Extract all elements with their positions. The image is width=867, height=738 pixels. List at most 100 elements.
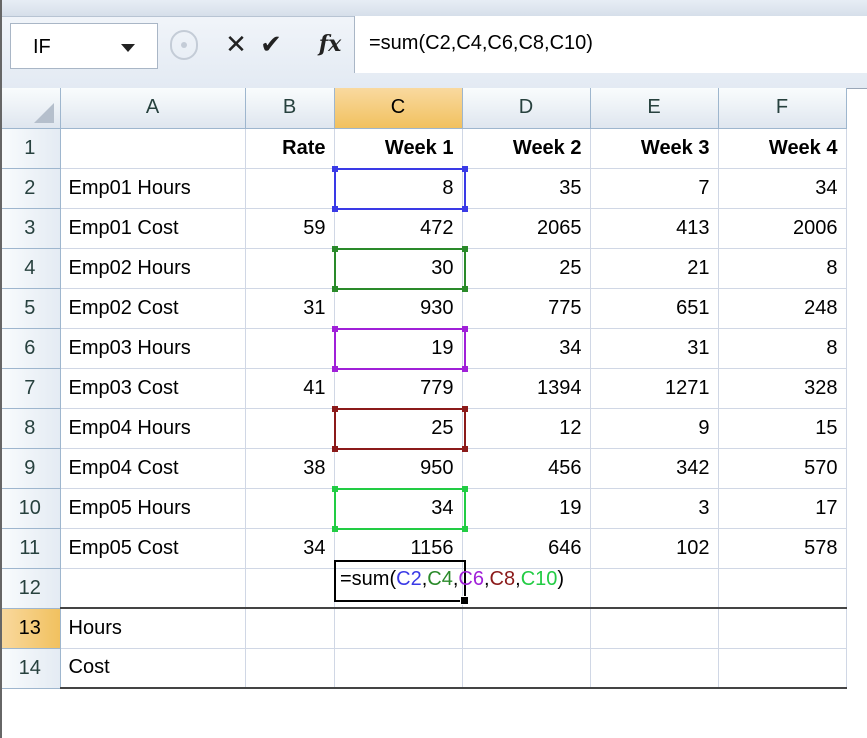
cell-a14[interactable]: Cost bbox=[60, 648, 246, 689]
cell-f14[interactable] bbox=[718, 648, 847, 689]
cell-c6[interactable]: 19 bbox=[334, 328, 463, 369]
cell-f10[interactable]: 17 bbox=[718, 488, 847, 529]
cell-a2[interactable]: Emp01 Hours bbox=[60, 168, 246, 209]
row-header-5[interactable]: 5 bbox=[0, 288, 61, 329]
cell-e2[interactable]: 7 bbox=[590, 168, 719, 209]
cell-a7[interactable]: Emp03 Cost bbox=[60, 368, 246, 409]
cell-c10[interactable]: 34 bbox=[334, 488, 463, 529]
chevron-down-icon[interactable] bbox=[121, 44, 135, 52]
cell-b4[interactable] bbox=[245, 248, 335, 289]
cell-d8[interactable]: 12 bbox=[462, 408, 591, 449]
cell-b11[interactable]: 34 bbox=[245, 528, 335, 569]
cell-d13[interactable] bbox=[462, 607, 591, 649]
cell-f3[interactable]: 2006 bbox=[718, 208, 847, 249]
cell-b14[interactable] bbox=[245, 648, 335, 689]
cell-a11[interactable]: Emp05 Cost bbox=[60, 528, 246, 569]
row-header-11[interactable]: 11 bbox=[0, 528, 61, 569]
cell-c9[interactable]: 950 bbox=[334, 448, 463, 489]
cell-d3[interactable]: 2065 bbox=[462, 208, 591, 249]
cell-e8[interactable]: 9 bbox=[590, 408, 719, 449]
cell-b3[interactable]: 59 bbox=[245, 208, 335, 249]
cell-b1[interactable]: Rate bbox=[245, 128, 335, 169]
cell-a4[interactable]: Emp02 Hours bbox=[60, 248, 246, 289]
check-icon[interactable]: ✔ bbox=[256, 24, 286, 64]
cell-e10[interactable]: 3 bbox=[590, 488, 719, 529]
cell-f4[interactable]: 8 bbox=[718, 248, 847, 289]
row-header-3[interactable]: 3 bbox=[0, 208, 61, 249]
row-header-12[interactable]: 12 bbox=[0, 568, 61, 609]
cell-c14[interactable] bbox=[334, 648, 463, 689]
row-header-2[interactable]: 2 bbox=[0, 168, 61, 209]
cell-a3[interactable]: Emp01 Cost bbox=[60, 208, 246, 249]
cell-c5[interactable]: 930 bbox=[334, 288, 463, 329]
cell-f11[interactable]: 578 bbox=[718, 528, 847, 569]
cell-e13[interactable] bbox=[590, 607, 719, 649]
cell-d5[interactable]: 775 bbox=[462, 288, 591, 329]
row-header-6[interactable]: 6 bbox=[0, 328, 61, 369]
column-header-a[interactable]: A bbox=[60, 88, 246, 129]
cell-e9[interactable]: 342 bbox=[590, 448, 719, 489]
x-icon[interactable]: ✕ bbox=[222, 24, 250, 64]
cell-d4[interactable]: 25 bbox=[462, 248, 591, 289]
row-header-4[interactable]: 4 bbox=[0, 248, 61, 289]
cell-a13[interactable]: Hours bbox=[60, 607, 246, 649]
cell-f12[interactable] bbox=[718, 568, 847, 609]
cell-f8[interactable]: 15 bbox=[718, 408, 847, 449]
column-header-f[interactable]: F bbox=[718, 88, 847, 129]
cell-b5[interactable]: 31 bbox=[245, 288, 335, 329]
cell-b9[interactable]: 38 bbox=[245, 448, 335, 489]
column-header-e[interactable]: E bbox=[590, 88, 719, 129]
cell-e11[interactable]: 102 bbox=[590, 528, 719, 569]
cell-f5[interactable]: 248 bbox=[718, 288, 847, 329]
cell-f2[interactable]: 34 bbox=[718, 168, 847, 209]
cell-d14[interactable] bbox=[462, 648, 591, 689]
select-all-corner[interactable] bbox=[0, 88, 61, 129]
cell-b8[interactable] bbox=[245, 408, 335, 449]
row-header-14[interactable]: 14 bbox=[0, 648, 61, 689]
cell-c4[interactable]: 30 bbox=[334, 248, 463, 289]
row-header-13[interactable]: 13 bbox=[0, 608, 61, 649]
cell-b13[interactable] bbox=[245, 607, 335, 649]
column-header-b[interactable]: B bbox=[245, 88, 335, 129]
cell-b6[interactable] bbox=[245, 328, 335, 369]
cell-d6[interactable]: 34 bbox=[462, 328, 591, 369]
cell-a8[interactable]: Emp04 Hours bbox=[60, 408, 246, 449]
cell-e14[interactable] bbox=[590, 648, 719, 689]
row-header-7[interactable]: 7 bbox=[0, 368, 61, 409]
cell-c2[interactable]: 8 bbox=[334, 168, 463, 209]
cell-c1[interactable]: Week 1 bbox=[334, 128, 463, 169]
cell-f1[interactable]: Week 4 bbox=[718, 128, 847, 169]
cell-b2[interactable] bbox=[245, 168, 335, 209]
name-box[interactable]: IF bbox=[10, 23, 158, 69]
column-header-d[interactable]: D bbox=[462, 88, 591, 129]
cell-b10[interactable] bbox=[245, 488, 335, 529]
cell-b12[interactable] bbox=[245, 568, 335, 609]
cell-a12[interactable] bbox=[60, 568, 246, 609]
cell-e6[interactable]: 31 bbox=[590, 328, 719, 369]
cell-c7[interactable]: 779 bbox=[334, 368, 463, 409]
row-header-1[interactable]: 1 bbox=[0, 128, 61, 169]
cell-c3[interactable]: 472 bbox=[334, 208, 463, 249]
cell-a1[interactable] bbox=[60, 128, 246, 169]
cell-d9[interactable]: 456 bbox=[462, 448, 591, 489]
cell-f9[interactable]: 570 bbox=[718, 448, 847, 489]
cell-d2[interactable]: 35 bbox=[462, 168, 591, 209]
cell-a10[interactable]: Emp05 Hours bbox=[60, 488, 246, 529]
cell-c8[interactable]: 25 bbox=[334, 408, 463, 449]
row-header-8[interactable]: 8 bbox=[0, 408, 61, 449]
cell-e5[interactable]: 651 bbox=[590, 288, 719, 329]
column-header-c[interactable]: C bbox=[334, 88, 463, 129]
cell-d1[interactable]: Week 2 bbox=[462, 128, 591, 169]
cell-b7[interactable]: 41 bbox=[245, 368, 335, 409]
cell-a9[interactable]: Emp04 Cost bbox=[60, 448, 246, 489]
cell-a5[interactable]: Emp02 Cost bbox=[60, 288, 246, 329]
cell-f7[interactable]: 328 bbox=[718, 368, 847, 409]
cell-e7[interactable]: 1271 bbox=[590, 368, 719, 409]
cell-c11[interactable]: 1156 bbox=[334, 528, 463, 569]
formula-bar-resize-handle[interactable] bbox=[170, 30, 198, 60]
cell-e4[interactable]: 21 bbox=[590, 248, 719, 289]
cell-d11[interactable]: 646 bbox=[462, 528, 591, 569]
cell-f6[interactable]: 8 bbox=[718, 328, 847, 369]
cell-d7[interactable]: 1394 bbox=[462, 368, 591, 409]
cell-f13[interactable] bbox=[718, 607, 847, 649]
